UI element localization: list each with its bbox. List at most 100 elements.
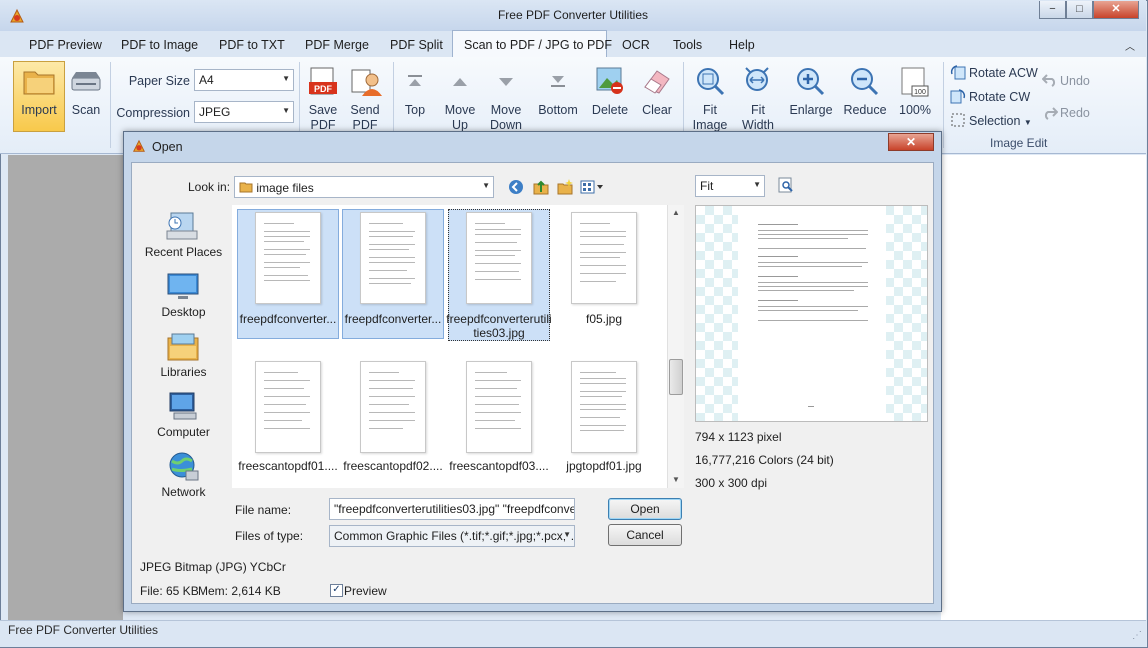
- compression-select[interactable]: JPEG ▼: [194, 101, 294, 123]
- document-thumbnail-icon: [466, 212, 532, 304]
- file-name-8[interactable]: jpgtopdf01.jpg: [550, 459, 658, 473]
- delete-button[interactable]: Delete: [588, 103, 632, 118]
- scroll-thumb[interactable]: [669, 359, 683, 395]
- redo-button[interactable]: Redo: [1060, 106, 1090, 121]
- fit-image-icon: [694, 66, 726, 101]
- open-button[interactable]: Open: [608, 498, 682, 520]
- rotate-acw-icon: [950, 64, 966, 83]
- selection-button[interactable]: Selection ▼: [969, 114, 1032, 130]
- maximize-button[interactable]: □: [1066, 1, 1093, 19]
- compression-value: JPEG: [199, 105, 231, 119]
- send-pdf-icon: [350, 66, 382, 101]
- minimize-button[interactable]: −: [1039, 1, 1066, 19]
- look-in-select[interactable]: image files ▼: [234, 176, 494, 198]
- tab-pdf-preview[interactable]: PDF Preview: [29, 38, 102, 52]
- scroll-down-icon[interactable]: ▼: [672, 475, 680, 484]
- tab-scan-to-pdf[interactable]: Scan to PDF / JPG to PDF: [464, 38, 612, 52]
- move-up-button[interactable]: Move Up: [438, 103, 482, 133]
- page-list-panel: [8, 155, 123, 621]
- ribbon-separator: [110, 62, 111, 148]
- file-name-6[interactable]: freescantopdf02....: [339, 459, 447, 473]
- tab-help[interactable]: Help: [729, 38, 755, 52]
- tab-tools[interactable]: Tools: [673, 38, 702, 52]
- rotate-cw-button[interactable]: Rotate CW: [969, 90, 1030, 105]
- look-in-value: image files: [256, 181, 314, 195]
- zoom-out-icon: [848, 66, 880, 101]
- undo-button[interactable]: Undo: [1060, 74, 1090, 89]
- new-folder-icon[interactable]: [556, 178, 574, 199]
- chevron-down-icon: ▼: [1023, 118, 1032, 127]
- eraser-icon: [641, 67, 671, 98]
- cancel-button[interactable]: Cancel: [608, 524, 682, 546]
- paper-size-label: Paper Size: [128, 74, 190, 88]
- back-icon[interactable]: [508, 179, 524, 198]
- up-folder-icon[interactable]: [532, 178, 550, 199]
- send-pdf-button[interactable]: Send PDF: [344, 103, 386, 133]
- tab-pdf-to-image[interactable]: PDF to Image: [121, 38, 198, 52]
- file-name-5[interactable]: freescantopdf01....: [234, 459, 342, 473]
- fit-width-label-1: Fit: [751, 103, 765, 117]
- scroll-up-icon[interactable]: ▲: [672, 208, 680, 217]
- view-menu-icon[interactable]: [580, 180, 604, 197]
- file-name-4[interactable]: f05.jpg: [550, 312, 658, 326]
- reduce-button[interactable]: Reduce: [840, 103, 890, 118]
- fit-width-icon: [742, 66, 774, 101]
- image-dpi: 300 x 300 dpi: [695, 476, 768, 490]
- save-pdf-button[interactable]: Save PDF: [302, 103, 344, 133]
- place-network[interactable]: Network: [138, 485, 229, 499]
- top-button[interactable]: Top: [397, 103, 433, 118]
- scan-button[interactable]: Scan: [66, 103, 106, 118]
- tab-ocr[interactable]: OCR: [622, 38, 650, 52]
- tab-pdf-merge[interactable]: PDF Merge: [305, 38, 369, 52]
- chevron-down-icon: ▼: [563, 530, 571, 539]
- move-down-icon: [497, 76, 515, 91]
- memory-size: Mem: 2,614 KB: [198, 584, 281, 598]
- move-down-button[interactable]: Move Down: [484, 103, 528, 133]
- ribbon-collapse-icon[interactable]: ︿: [1125, 38, 1135, 53]
- tab-pdf-split[interactable]: PDF Split: [390, 38, 443, 52]
- recent-places-icon: [165, 211, 199, 246]
- bottom-button[interactable]: Bottom: [534, 103, 582, 118]
- scanner-icon: [70, 68, 102, 99]
- preview-page-image: [738, 206, 886, 421]
- move-up-label-2: Up: [452, 118, 468, 132]
- preview-zoom-icon[interactable]: [778, 177, 794, 196]
- zoom-100-badge: 100: [914, 89, 926, 96]
- network-icon: [166, 451, 200, 486]
- preview-checkbox[interactable]: ✓: [330, 584, 343, 597]
- desktop-icon: [166, 272, 200, 305]
- clear-button[interactable]: Clear: [636, 103, 678, 118]
- import-label: Import: [21, 103, 57, 117]
- rotate-cw-icon: [950, 88, 966, 107]
- preview-checkbox-label: Preview: [344, 584, 387, 598]
- place-libraries[interactable]: Libraries: [138, 365, 229, 379]
- fit-image-button[interactable]: Fit Image: [688, 103, 732, 133]
- page-preview-panel: [941, 155, 1146, 621]
- file-name-label: File name:: [235, 503, 292, 517]
- place-desktop[interactable]: Desktop: [138, 305, 229, 319]
- file-name-7[interactable]: freescantopdf03....: [445, 459, 553, 473]
- files-of-type-select[interactable]: Common Graphic Files (*.tif;*.gif;*.jpg;…: [329, 525, 575, 547]
- fit-image-label-1: Fit: [703, 103, 717, 117]
- libraries-icon: [166, 332, 200, 365]
- paper-size-select[interactable]: A4 ▼: [194, 69, 294, 91]
- fit-width-label-2: Width: [742, 118, 774, 132]
- fit-width-button[interactable]: Fit Width: [736, 103, 780, 133]
- resize-grip-icon[interactable]: ⋰: [1132, 630, 1142, 641]
- file-name-input[interactable]: "freepdfconverterutilities03.jpg" "freep…: [329, 498, 575, 520]
- close-button[interactable]: ✕: [1093, 1, 1139, 19]
- place-recent-places[interactable]: Recent Places: [138, 245, 229, 259]
- preview-zoom-select[interactable]: Fit ▼: [695, 175, 765, 197]
- image-colors: 16,777,216 Colors (24 bit): [695, 453, 834, 467]
- status-text: Free PDF Converter Utilities: [8, 623, 159, 637]
- files-of-type-value: Common Graphic Files (*.tif;*.gif;*.jpg;…: [334, 529, 575, 543]
- redo-icon: [1042, 106, 1059, 123]
- rotate-acw-button[interactable]: Rotate ACW: [969, 66, 1038, 81]
- zoom-100-button[interactable]: 100%: [895, 103, 935, 118]
- file-size: File: 65 KB: [140, 584, 199, 598]
- place-computer[interactable]: Computer: [138, 425, 229, 439]
- dialog-close-button[interactable]: ✕: [888, 133, 934, 151]
- tab-pdf-to-txt[interactable]: PDF to TXT: [219, 38, 285, 52]
- enlarge-button[interactable]: Enlarge: [786, 103, 836, 118]
- file-list-scrollbar[interactable]: ▲ ▼: [667, 205, 684, 488]
